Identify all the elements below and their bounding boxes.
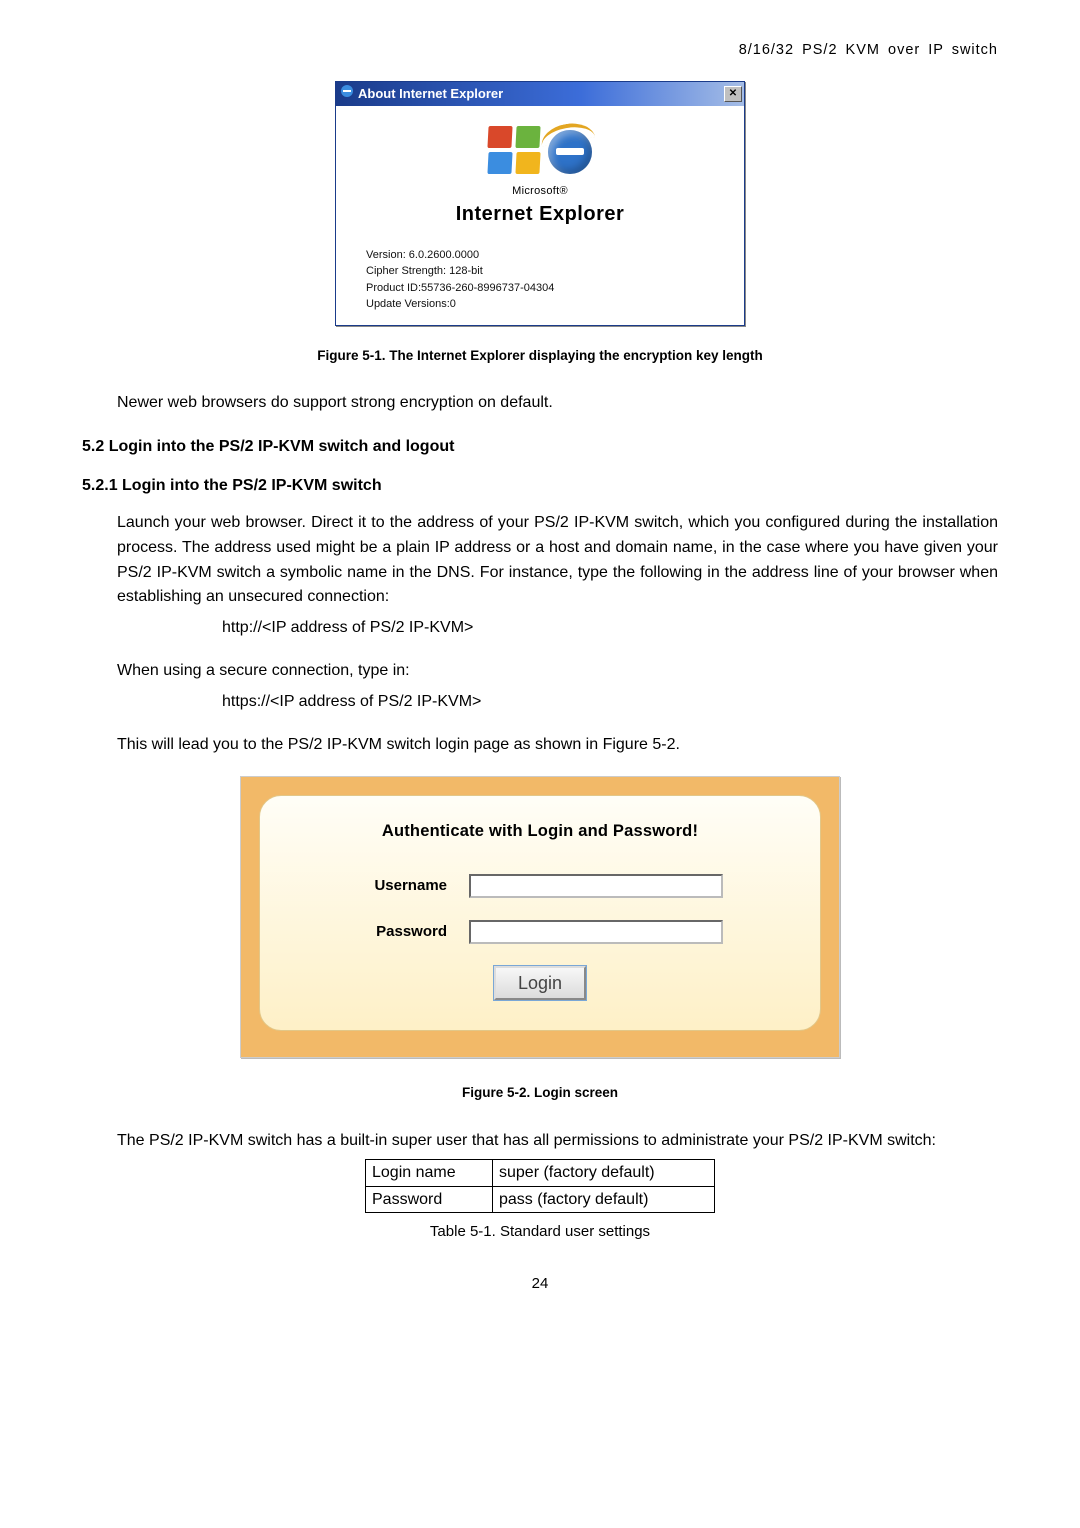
dialog-titlebar: About Internet Explorer ✕ [336, 82, 744, 106]
paragraph-secure: When using a secure connection, type in: [117, 659, 998, 684]
ie-e-icon [548, 130, 592, 174]
url-http: http://<IP address of PS/2 IP-KVM> [222, 616, 998, 639]
figure-5-2-caption: Figure 5-2. Login screen [82, 1083, 998, 1103]
paragraph-builtin: The PS/2 IP-KVM switch has a built-in su… [117, 1129, 998, 1154]
heading-5-2-1: 5.2.1 Login into the PS/2 IP-KVM switch [82, 474, 998, 497]
dialog-title-text: About Internet Explorer [358, 85, 503, 104]
ie-update: Update Versions:0 [366, 296, 714, 313]
cred-login-value: super (factory default) [493, 1160, 715, 1186]
login-button[interactable]: Login [494, 966, 586, 1000]
table-row: Password pass (factory default) [366, 1186, 715, 1212]
cred-password-label: Password [366, 1186, 493, 1212]
ie-version: Version: 6.0.2600.0000 [366, 247, 714, 264]
page-header-right: 8/16/32 PS/2 KVM over IP switch [82, 40, 998, 61]
password-input[interactable] [469, 920, 723, 944]
username-row: Username [310, 874, 770, 898]
login-screenshot: Authenticate with Login and Password! Us… [240, 776, 840, 1058]
heading-5-2: 5.2 Login into the PS/2 IP-KVM switch an… [82, 435, 998, 458]
ie-logo-block [366, 126, 714, 178]
login-panel: Authenticate with Login and Password! Us… [259, 795, 821, 1031]
paragraph-launch: Launch your web browser. Direct it to th… [117, 511, 998, 610]
ie-app-icon [340, 84, 354, 104]
credentials-table: Login name super (factory default) Passw… [365, 1159, 715, 1212]
brand-microsoft: Microsoft® [366, 184, 714, 200]
brand-ie: Internet Explorer [366, 200, 714, 229]
paragraph-newer: Newer web browsers do support strong enc… [117, 391, 998, 414]
cred-login-label: Login name [366, 1160, 493, 1186]
password-row: Password [310, 920, 770, 944]
table-5-1-caption: Table 5-1. Standard user settings [82, 1221, 998, 1243]
ie-cipher: Cipher Strength: 128-bit [366, 263, 714, 280]
url-https: https://<IP address of PS/2 IP-KVM> [222, 690, 998, 713]
ie-about-dialog: About Internet Explorer ✕ Microsoft® Int… [335, 81, 745, 326]
close-icon[interactable]: ✕ [724, 86, 742, 102]
dialog-body: Microsoft® Internet Explorer Version: 6.… [336, 106, 744, 325]
ie-brand-text: Microsoft® Internet Explorer [366, 184, 714, 229]
login-heading: Authenticate with Login and Password! [310, 820, 770, 844]
username-label: Username [357, 875, 447, 897]
cred-password-value: pass (factory default) [493, 1186, 715, 1212]
password-label: Password [357, 921, 447, 943]
windows-flag-icon [488, 126, 548, 178]
figure-5-1-caption: Figure 5-1. The Internet Explorer displa… [82, 346, 998, 366]
table-row: Login name super (factory default) [366, 1160, 715, 1186]
username-input[interactable] [469, 874, 723, 898]
dialog-title-left: About Internet Explorer [340, 84, 503, 104]
ie-info-block: Version: 6.0.2600.0000 Cipher Strength: … [366, 247, 714, 313]
page-number: 24 [82, 1273, 998, 1295]
ie-product-id: Product ID:55736-260-8996737-04304 [366, 280, 714, 297]
login-button-row: Login [310, 966, 770, 1000]
paragraph-lead: This will lead you to the PS/2 IP-KVM sw… [117, 733, 998, 758]
